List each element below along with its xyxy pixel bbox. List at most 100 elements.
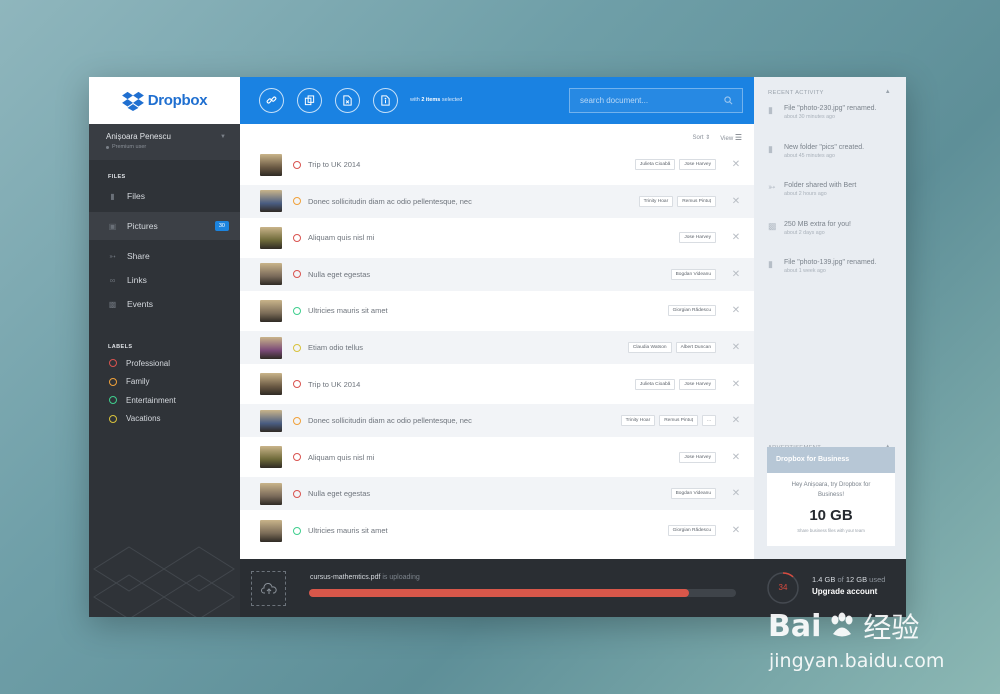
file-row[interactable]: Ultricies mauris sit amet Giorgian Rădesc… — [240, 514, 754, 547]
collapse-icon[interactable]: ▲ — [885, 89, 891, 95]
user-tag[interactable]: Remus Pintuț — [677, 195, 716, 207]
sidebar-item-share[interactable]: ➳ Share — [89, 244, 240, 268]
view-button[interactable]: View ☰ — [720, 133, 742, 142]
file-thumbnail — [260, 226, 282, 249]
status-ring[interactable] — [293, 233, 301, 242]
watermark-brand-suffix: 经验 — [863, 612, 920, 643]
close-icon[interactable]: ✕ — [726, 342, 746, 353]
file-row[interactable]: Aliquam quis nisl mi Jose Harvey ✕ — [240, 221, 754, 254]
link-button[interactable] — [259, 88, 284, 113]
upload-status: cursus-mathemtics.pdf is uploading — [310, 574, 420, 581]
status-ring[interactable] — [293, 526, 301, 535]
user-tag[interactable]: Remus Pintuț — [659, 415, 698, 427]
file-title[interactable]: Nulla eget egestas — [308, 270, 671, 279]
storage-suffix: used — [869, 575, 886, 584]
file-row[interactable]: Nulla eget egestas Bogdan Videanu ✕ — [240, 257, 754, 291]
user-tag[interactable]: Trinity Hoar — [638, 195, 674, 207]
file-row[interactable]: Trip to UK 2014 Julieta Cioabă Jose Harvey… — [240, 148, 754, 181]
label-professional[interactable]: Professional — [89, 354, 240, 373]
user-tag[interactable]: Jose Harvey — [679, 378, 716, 390]
activity-item[interactable]: ▮ File "photo-139.jpg" renamed. about 1 we… — [754, 259, 906, 289]
close-icon[interactable]: ✕ — [726, 415, 746, 426]
copy-button[interactable] — [297, 88, 322, 113]
file-row[interactable]: Nulla eget egestas Bogdan Videanu ✕ — [240, 477, 754, 511]
user-tag[interactable]: Bogdan Videanu — [670, 488, 716, 500]
storage-total: 12 GB — [845, 575, 868, 584]
close-icon[interactable]: ✕ — [726, 232, 746, 243]
user-tag[interactable]: Jose Harvey — [679, 159, 716, 170]
upload-dropzone[interactable] — [251, 571, 286, 606]
file-title[interactable]: Donec sollicitudin diam ac odio pellente… — [308, 416, 621, 425]
close-icon[interactable]: ✕ — [726, 379, 746, 390]
activity-item[interactable]: ▮ New folder "pics" created. about 45 minu… — [754, 144, 906, 174]
file-title[interactable]: Aliquam quis nisl mi — [308, 453, 679, 462]
close-icon[interactable]: ✕ — [726, 159, 746, 170]
close-icon[interactable]: ✕ — [726, 305, 746, 316]
user-tag[interactable]: ... — [702, 415, 716, 427]
file-row[interactable]: Donec sollicitudin diam ac odio pellente… — [240, 404, 754, 438]
search-icon[interactable] — [724, 96, 733, 105]
status-ring[interactable] — [293, 453, 301, 462]
upgrade-account-link[interactable]: Upgrade account — [812, 587, 877, 596]
activity-item[interactable]: ▮ File "photo-230.jpg" renamed. about 30 m… — [754, 105, 906, 135]
ad-amount: 10 GB — [809, 507, 853, 524]
logo[interactable]: Dropbox — [89, 77, 240, 124]
close-icon[interactable]: ✕ — [726, 196, 746, 207]
user-tag[interactable]: Claudia Watson — [627, 342, 672, 353]
sort-button[interactable]: Sort ⇕ — [693, 134, 711, 141]
activity-time: about 1 week ago — [784, 268, 826, 274]
close-icon[interactable]: ✕ — [726, 269, 746, 280]
delete-file-button[interactable] — [335, 88, 360, 113]
sidebar-item-pictures[interactable]: ▣ Pictures 30 — [89, 212, 240, 240]
user-tag[interactable]: Jose Harvey — [679, 451, 716, 463]
user-tag[interactable]: Julieta Cioabă — [634, 378, 676, 390]
status-ring[interactable] — [293, 416, 301, 425]
activity-item[interactable]: ▩ 250 MB extra for you! about 2 days ago — [754, 221, 906, 251]
user-tag[interactable]: Giorgian Rădescu — [667, 525, 716, 536]
file-row[interactable]: Donec sollicitudin diam ac odio pellente… — [240, 184, 754, 218]
user-tag[interactable]: Bogdan Videanu — [670, 268, 716, 280]
file-row[interactable]: Aliquam quis nisl mi Jose Harvey ✕ — [240, 441, 754, 474]
user-menu[interactable]: Anișoara Penescu Premium user ▼ — [89, 124, 240, 160]
label-vacations[interactable]: Vacations — [89, 410, 240, 429]
sidebar-item-links[interactable]: ∞ Links — [89, 268, 240, 292]
file-title[interactable]: Ultricies mauris sit amet — [308, 526, 668, 535]
chevron-down-icon[interactable]: ▼ — [220, 134, 226, 140]
sidebar-item-events[interactable]: ▩ Events — [89, 292, 240, 316]
close-icon[interactable]: ✕ — [726, 488, 746, 499]
sort-arrows-icon: ⇕ — [705, 135, 711, 141]
status-ring[interactable] — [293, 380, 301, 389]
user-tag[interactable]: Albert Duncan — [675, 342, 716, 353]
file-title[interactable]: Trip to UK 2014 — [308, 160, 635, 169]
user-tag[interactable]: Julieta Cioabă — [634, 159, 676, 170]
file-title[interactable]: Donec sollicitudin diam ac odio pellente… — [308, 197, 639, 206]
file-row[interactable]: Etiam odio tellus Claudia Watson Albert Du… — [240, 331, 754, 364]
status-ring[interactable] — [293, 270, 301, 279]
search-input[interactable]: search document... — [569, 88, 743, 113]
status-ring[interactable] — [293, 306, 301, 315]
user-tag[interactable]: Giorgian Rădescu — [667, 305, 716, 317]
close-icon[interactable]: ✕ — [726, 452, 746, 463]
file-title[interactable]: Ultricies mauris sit amet — [308, 306, 668, 315]
user-tag[interactable]: Trinity Hoar — [620, 415, 656, 427]
file-title[interactable]: Aliquam quis nisl mi — [308, 233, 679, 242]
file-title[interactable]: Nulla eget egestas — [308, 489, 671, 498]
status-ring[interactable] — [293, 197, 301, 206]
status-ring[interactable] — [293, 343, 301, 352]
file-row[interactable]: Trip to UK 2014 Julieta Cioabă Jose Harvey… — [240, 368, 754, 401]
label-family[interactable]: Family — [89, 373, 240, 392]
brand-name: Dropbox — [147, 92, 208, 109]
user-tag[interactable]: Jose Harvey — [679, 232, 716, 244]
file-title[interactable]: Trip to UK 2014 — [308, 380, 635, 389]
document-info-button[interactable] — [373, 88, 398, 113]
label-entertainment[interactable]: Entertainment — [89, 391, 240, 410]
sidebar-item-files[interactable]: ▮ Files — [89, 184, 240, 208]
advertisement-card[interactable]: Dropbox for Business Hey Anișoara, try D… — [767, 447, 895, 546]
file-row[interactable]: Ultricies mauris sit amet Giorgian Rădesc… — [240, 294, 754, 327]
activity-item[interactable]: ➳ Folder shared with Bert about 2 hours ag… — [754, 182, 906, 212]
close-icon[interactable]: ✕ — [726, 525, 746, 536]
file-title[interactable]: Etiam odio tellus — [308, 343, 628, 352]
status-ring[interactable] — [293, 160, 301, 169]
files-section-title: FILES — [108, 174, 126, 180]
status-ring[interactable] — [293, 489, 301, 498]
